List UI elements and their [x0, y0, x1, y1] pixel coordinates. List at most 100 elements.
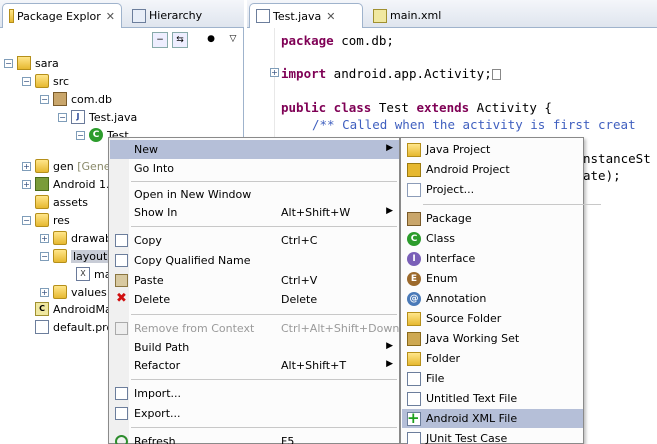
menu-item-refresh[interactable]: Refresh F5: [110, 432, 399, 444]
tree-item-assets[interactable]: assets: [35, 193, 88, 211]
tree-item-android-lib[interactable]: + Android 1.6: [22, 175, 117, 193]
tree-item-gen[interactable]: + gen [Gene: [22, 157, 111, 175]
tree-item-com-db[interactable]: − com.db: [40, 90, 112, 108]
collapse-icon[interactable]: −: [76, 130, 85, 140]
code-text: com.db;: [333, 33, 394, 48]
menu-item-label: Refresh: [134, 435, 176, 444]
menu-item-label: New: [134, 143, 158, 156]
submenu-item-label: Project...: [426, 183, 475, 196]
submenu-item-interface[interactable]: I Interface: [402, 249, 583, 268]
tree-item-values[interactable]: + values: [40, 283, 107, 301]
menu-item-build-path[interactable]: Build Path ▶: [110, 338, 399, 357]
collapse-icon[interactable]: −: [40, 251, 49, 261]
folder-icon: [407, 352, 421, 366]
submenu-item-label: Source Folder: [426, 312, 502, 325]
menu-item-shortcut: Ctrl+Alt+Shift+Down: [281, 322, 400, 335]
tree-item-test-java[interactable]: − J Test.java: [58, 108, 137, 126]
tab-hierarchy[interactable]: Hierarchy: [126, 3, 226, 28]
submenu-item-folder[interactable]: Folder: [402, 349, 583, 368]
menu-separator: [131, 379, 397, 380]
chevron-down-icon[interactable]: ▽: [225, 32, 241, 48]
menu-item-paste[interactable]: Paste Ctrl+V: [110, 271, 399, 290]
submenu-item-file[interactable]: File: [402, 369, 583, 388]
submenu-item-annotation[interactable]: @ Annotation: [402, 289, 583, 308]
tree-item-src[interactable]: − src: [22, 72, 69, 90]
submenu-arrow-icon: ▶: [386, 206, 393, 216]
tree-item-layout[interactable]: − layout: [40, 247, 110, 265]
submenu-item-source-folder[interactable]: Source Folder: [402, 309, 583, 328]
collapse-icon[interactable]: −: [22, 76, 31, 86]
folder-icon: [53, 249, 67, 263]
code-line-fragment-2: ate);: [583, 168, 621, 183]
collapse-icon[interactable]: −: [4, 58, 13, 68]
expand-imports-icon[interactable]: +: [270, 68, 279, 77]
keyword: import: [281, 66, 327, 81]
tab-test-java[interactable]: Test.java ✕: [249, 3, 363, 28]
menu-item-export[interactable]: Export...: [110, 404, 399, 423]
tree-item-main-xml[interactable]: X ma: [76, 265, 111, 283]
menu-item-open-new-window[interactable]: Open in New Window: [110, 185, 399, 204]
submenu-item-label: Untitled Text File: [426, 392, 518, 405]
library-icon: [35, 177, 49, 191]
close-icon[interactable]: ✕: [326, 10, 335, 23]
view-menu-icon[interactable]: ●: [203, 32, 219, 48]
code-line-comment: /** Called when the activity is first cr…: [312, 117, 636, 132]
tree-item-android-manifest[interactable]: C AndroidMa: [35, 300, 112, 318]
collapse-icon[interactable]: −: [22, 215, 31, 225]
menu-separator: [131, 181, 397, 182]
code-line-fragment-1: nstanceSt: [583, 151, 651, 166]
folded-code-marker[interactable]: [491, 69, 501, 80]
tree-item-sara[interactable]: − sara: [4, 54, 59, 72]
expand-icon[interactable]: +: [40, 287, 49, 297]
collapse-icon[interactable]: −: [40, 94, 49, 104]
tab-main-xml[interactable]: main.xml: [367, 3, 467, 28]
tree-item-label: values: [71, 285, 107, 299]
menu-item-delete[interactable]: ✖ Delete Delete: [110, 290, 399, 309]
paste-icon: [115, 274, 128, 287]
submenu-item-label: Android XML File: [426, 412, 518, 425]
tab-package-explorer[interactable]: Package Explor ✕: [2, 3, 122, 28]
code-text: android.app.Activity;: [326, 66, 492, 81]
menu-item-new[interactable]: New ▶: [110, 140, 399, 159]
java-project-icon: [407, 143, 421, 157]
menu-item-show-in[interactable]: Show In Alt+Shift+W ▶: [110, 203, 399, 222]
submenu-item-untitled-text-file[interactable]: Untitled Text File: [402, 389, 583, 408]
link-with-editor-icon[interactable]: ⇆: [172, 32, 188, 48]
tree-item-default-properties[interactable]: default.pro: [35, 318, 113, 336]
submenu-item-junit-test-case[interactable]: JUnit Test Case: [402, 429, 583, 444]
menu-item-copy-qualified-name[interactable]: Copy Qualified Name: [110, 251, 399, 270]
collapse-icon[interactable]: −: [58, 112, 67, 122]
gen-folder-icon: [35, 159, 49, 173]
submenu-item-android-project[interactable]: Android Project: [402, 160, 583, 179]
menu-item-refactor[interactable]: Refactor Alt+Shift+T ▶: [110, 356, 399, 375]
menu-item-copy[interactable]: Copy Ctrl+C: [110, 231, 399, 250]
keyword: public class: [281, 100, 372, 115]
submenu-item-label: JUnit Test Case: [426, 432, 508, 444]
submenu-item-enum[interactable]: E Enum: [402, 269, 583, 288]
java-file-icon: [256, 9, 270, 23]
menu-item-go-into[interactable]: Go Into: [110, 159, 399, 178]
class-icon: C: [89, 128, 103, 142]
submenu-item-package[interactable]: Package: [402, 209, 583, 228]
tree-item-label: res: [53, 213, 70, 227]
close-icon[interactable]: ✕: [106, 10, 115, 23]
submenu-item-java-working-set[interactable]: Java Working Set: [402, 329, 583, 348]
expand-icon[interactable]: +: [22, 179, 31, 189]
submenu-item-project[interactable]: Project...: [402, 180, 583, 199]
expand-icon[interactable]: +: [40, 233, 49, 243]
submenu-item-class[interactable]: C Class: [402, 229, 583, 248]
tree-item-label: Android 1.6: [53, 177, 117, 191]
folder-icon: [53, 231, 67, 245]
keyword: extends: [416, 100, 470, 115]
menu-item-import[interactable]: Import...: [110, 384, 399, 403]
menu-item-remove-from-context[interactable]: Remove from Context Ctrl+Alt+Shift+Down: [110, 319, 399, 338]
junit-icon: [407, 432, 421, 444]
submenu-item-android-xml-file[interactable]: Android XML File: [402, 409, 583, 428]
tree-item-res[interactable]: − res: [22, 211, 70, 229]
project-icon: [407, 183, 421, 197]
submenu-item-java-project[interactable]: Java Project: [402, 140, 583, 159]
delete-icon: ✖: [116, 291, 127, 306]
collapse-all-icon[interactable]: −: [152, 32, 168, 48]
expand-icon[interactable]: +: [22, 161, 31, 171]
tree-item-drawable[interactable]: + drawab: [40, 229, 112, 247]
